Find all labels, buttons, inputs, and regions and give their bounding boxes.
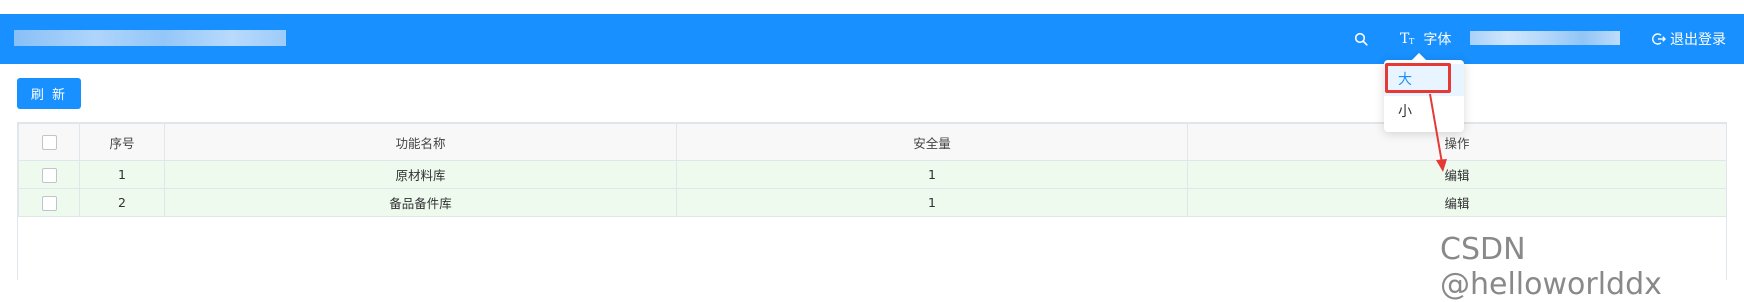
watermark: CSDN @helloworlddx [1440,232,1662,302]
font-size-dropdown: 大 小 [1384,60,1464,132]
search-icon [1354,32,1368,46]
cell-safety-stock: 1 [676,188,1188,217]
row-checkbox[interactable] [41,167,57,183]
logout-label: 退出登录 [1670,32,1726,48]
row-checkbox[interactable] [41,195,57,211]
column-header-safety-stock: 安全量 [676,123,1188,161]
top-navbar: TT 字体 退出登录 [0,14,1744,64]
font-size-option-small[interactable]: 小 [1384,96,1464,128]
select-all-checkbox[interactable] [41,135,57,150]
cell-name: 备品备件库 [164,188,677,217]
font-size-option-large[interactable]: 大 [1384,64,1464,96]
logout-icon [1652,33,1666,45]
cell-index: 1 [79,160,165,189]
row-select-cell [18,160,80,189]
column-header-index: 序号 [79,123,165,161]
font-size-label: 字体 [1423,32,1452,48]
font-size-button[interactable]: TT 字体 [1400,28,1451,50]
search-button[interactable] [1354,28,1374,50]
cell-action: 编辑 [1187,160,1727,189]
table-row[interactable]: 1 原材料库 1 编辑 [18,160,1727,189]
table-header-row: 序号 功能名称 安全量 操作 [18,123,1727,161]
cell-index: 2 [79,188,165,217]
cell-name: 原材料库 [164,160,677,189]
cell-safety-stock: 1 [676,160,1188,189]
select-all-cell [18,123,80,161]
edit-link[interactable]: 编辑 [1444,168,1469,183]
username-blurred[interactable] [1470,31,1620,45]
row-select-cell [18,188,80,217]
refresh-button[interactable]: 刷 新 [17,78,81,109]
column-header-name: 功能名称 [164,123,677,161]
table-row[interactable]: 2 备品备件库 1 编辑 [18,188,1727,217]
logout-button[interactable]: 退出登录 [1652,28,1726,50]
cell-action: 编辑 [1187,188,1727,217]
font-size-icon: TT [1400,31,1415,47]
edit-link[interactable]: 编辑 [1444,196,1469,211]
app-title-blurred [14,30,286,46]
